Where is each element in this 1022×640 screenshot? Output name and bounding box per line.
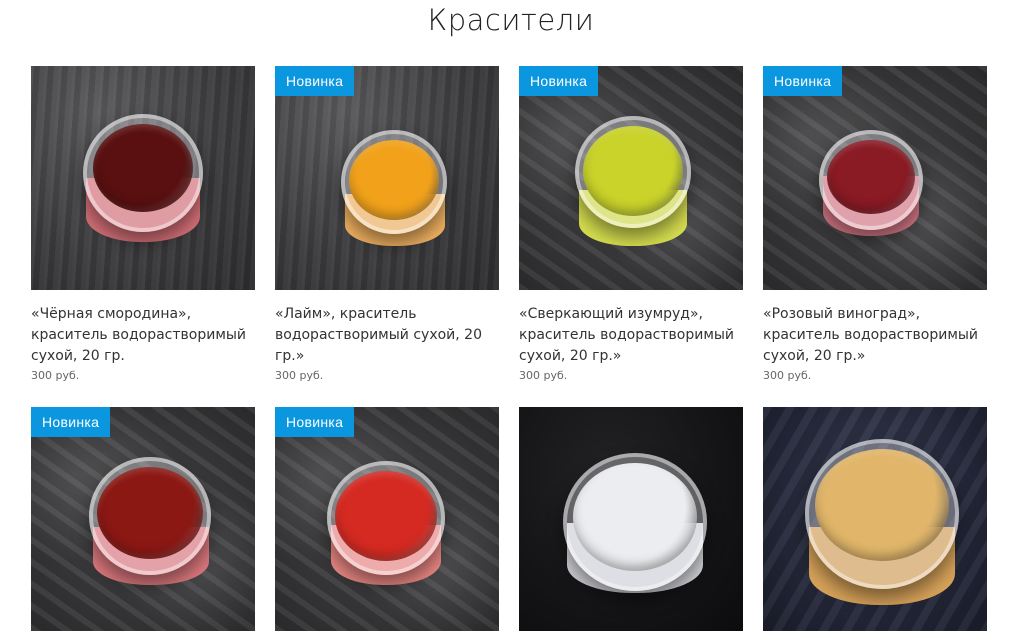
product-image[interactable]: Новинка — [275, 66, 499, 290]
product-image[interactable] — [519, 407, 743, 631]
product-price: 300 руб. — [31, 369, 80, 382]
powder — [827, 140, 915, 214]
product-name[interactable]: «Чёрная смородина», краситель водораство… — [31, 304, 255, 367]
powder — [97, 467, 203, 559]
product-image[interactable]: Новинка — [275, 407, 499, 631]
product-image[interactable]: Новинка — [763, 66, 987, 290]
product-image[interactable] — [763, 407, 987, 631]
powder — [335, 471, 437, 561]
product-price: 300 руб. — [519, 369, 568, 382]
product-image[interactable]: Новинка — [519, 66, 743, 290]
page-title: Красители — [427, 3, 595, 37]
new-badge: Новинка — [31, 407, 111, 437]
product-name[interactable]: «Сверкающий изумруд», краситель водораст… — [519, 304, 743, 367]
powder — [583, 126, 683, 216]
powder — [815, 449, 949, 561]
powder — [93, 124, 193, 212]
product-name[interactable]: «Розовый виноград», краситель водораство… — [763, 304, 987, 367]
powder — [573, 463, 697, 571]
product-price: 300 руб. — [763, 369, 812, 382]
new-badge: Новинка — [275, 66, 355, 96]
product-price: 300 руб. — [275, 369, 324, 382]
new-badge: Новинка — [275, 407, 355, 437]
powder — [349, 140, 439, 220]
product-name[interactable]: «Лайм», краситель водорастворимый сухой,… — [275, 304, 499, 367]
new-badge: Новинка — [763, 66, 843, 96]
product-image[interactable]: Новинка — [31, 407, 255, 631]
product-image[interactable] — [31, 66, 255, 290]
new-badge: Новинка — [519, 66, 599, 96]
